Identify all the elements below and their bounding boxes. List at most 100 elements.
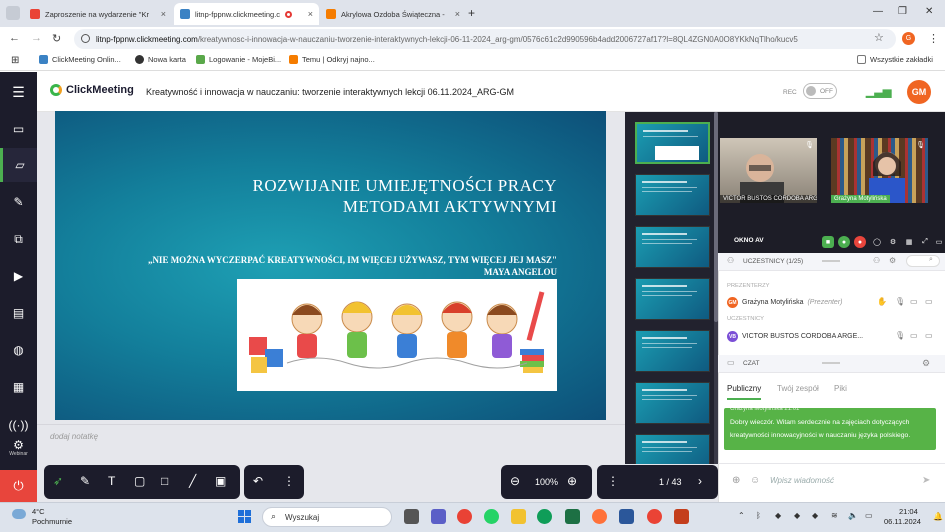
presentation-slide[interactable]: ROZWIJANIE UMIEJĘTNOŚCI PRACY METODAMI A…	[55, 111, 606, 420]
more-tools-icon[interactable]: ⋮	[283, 474, 295, 488]
slide-thumbnail[interactable]	[635, 278, 710, 320]
cloud-weather-icon[interactable]	[12, 509, 26, 519]
all-bookmarks[interactable]: Wszystkie zakładki	[857, 55, 933, 64]
close-window-icon[interactable]: ✕	[925, 6, 933, 17]
slide-thumbnail[interactable]	[635, 174, 710, 216]
tray-app-icon[interactable]: ◆	[775, 511, 781, 520]
hand-off-icon[interactable]: ✋	[877, 297, 887, 306]
tab-files[interactable]: Piki	[834, 384, 847, 393]
teams-icon[interactable]	[431, 509, 446, 524]
forward-icon[interactable]: →	[31, 32, 42, 44]
undo-icon[interactable]: ↶	[253, 474, 263, 488]
whatsapp-icon[interactable]	[484, 509, 499, 524]
slide-thumbnail[interactable]	[635, 122, 710, 164]
camera-icon[interactable]: ▭	[0, 112, 37, 146]
notes-input[interactable]: dodaj notatkę	[50, 432, 98, 441]
camera-icon[interactable]: ▭	[910, 297, 918, 306]
tests-icon[interactable]: ▤	[0, 296, 37, 330]
mic-icon[interactable]: 🎙	[895, 331, 905, 340]
tray-chevron-icon[interactable]: ⌃	[738, 511, 745, 520]
file-explorer-icon[interactable]	[511, 509, 526, 524]
profile-avatar[interactable]: G	[902, 32, 915, 45]
rectangle-tool-icon[interactable]: □	[161, 474, 168, 488]
slide-thumbnail[interactable]	[635, 434, 710, 464]
chat-message-input[interactable]	[770, 476, 910, 485]
connection-signal-icon[interactable]: ▁▃▅	[866, 85, 891, 98]
send-icon[interactable]: ➤	[922, 475, 930, 486]
pointer-tool-icon[interactable]: ➶	[53, 474, 63, 488]
reload-icon[interactable]: ↻	[52, 32, 61, 45]
bookmark-item[interactable]: Nowa karta	[135, 55, 186, 64]
browser-tab-active[interactable]: litnp-fppnw.clickmeeting.c ×	[174, 3, 319, 25]
notifications-icon[interactable]: 🔔	[933, 512, 943, 521]
screen-share-icon[interactable]: ⧉	[0, 222, 37, 256]
text-tool-icon[interactable]: T	[108, 474, 115, 488]
participants-search-icon[interactable]: ⌕	[906, 255, 940, 267]
tab-public[interactable]: Publiczny	[727, 384, 761, 393]
camera-icon[interactable]: ▭	[910, 331, 918, 340]
site-info-icon[interactable]	[81, 34, 90, 43]
add-people-icon[interactable]: ⚇	[873, 256, 880, 265]
zoom-out-icon[interactable]: ⊖	[510, 474, 520, 488]
drag-handle-icon[interactable]	[822, 260, 840, 262]
presenter-row[interactable]: GM Grażyna Motylińska (Prezenter)	[727, 297, 842, 308]
apps-icon[interactable]: ▦	[0, 370, 37, 404]
more-menu-icon[interactable]: ⋮	[928, 32, 939, 45]
back-icon[interactable]: ←	[9, 32, 20, 44]
close-icon[interactable]: ×	[455, 9, 460, 19]
chrome-icon[interactable]	[457, 509, 472, 524]
bookmark-item[interactable]: ClickMeeting Onlin...	[39, 55, 121, 64]
participants-settings-icon[interactable]: ⚙	[889, 256, 896, 265]
camera-feed[interactable]: VICTOR BUSTOS CORDOBA ARG... 🎙	[720, 138, 817, 203]
emoji-icon[interactable]: ☺	[750, 475, 760, 486]
close-icon[interactable]: ×	[161, 9, 166, 19]
window-icon[interactable]: ▭	[933, 236, 945, 248]
url-field[interactable]: litnp-fppnw.clickmeeting.com/kreatywnosc…	[74, 29, 896, 49]
user-avatar[interactable]: GM	[907, 80, 931, 104]
slide-thumbnail[interactable]	[635, 382, 710, 424]
grid-layout-icon[interactable]: ▦	[903, 236, 915, 248]
browser-tab[interactable]: Akrylowa Ozdoba Świąteczna - ×	[320, 3, 466, 25]
image-tool-icon[interactable]: ▣	[215, 474, 226, 488]
video-player-icon[interactable]: ▶	[0, 259, 37, 293]
record-toggle[interactable]: OFF	[803, 83, 837, 99]
tray-app-icon[interactable]: ◆	[794, 511, 800, 520]
whiteboard-edit-icon[interactable]: ✎	[0, 185, 37, 219]
hamburger-menu-icon[interactable]: ☰	[0, 72, 37, 112]
wifi-icon[interactable]: ≋	[831, 511, 838, 520]
new-tab-button[interactable]: +	[468, 6, 475, 20]
close-icon[interactable]: ×	[308, 9, 313, 19]
presentation-folder-icon[interactable]: ▱	[0, 148, 37, 182]
leave-power-icon[interactable]: ⏻	[0, 470, 37, 502]
battery-icon[interactable]: ▭	[865, 511, 873, 520]
line-tool-icon[interactable]: ╱	[189, 474, 196, 488]
bookmark-item[interactable]: Temu | Odkryj najno...	[289, 55, 375, 64]
firefox-icon[interactable]	[592, 509, 607, 524]
excel-icon[interactable]	[565, 509, 580, 524]
apps-grid-icon[interactable]: ⊞	[11, 55, 19, 66]
slide-thumbnail[interactable]	[635, 330, 710, 372]
slide-thumbnail[interactable]	[635, 226, 710, 268]
settings-gear-icon[interactable]: ⚙	[887, 236, 899, 248]
tab-team[interactable]: Twój zespół	[777, 384, 819, 393]
bluetooth-icon[interactable]: ᛒ	[756, 511, 761, 520]
page-menu-icon[interactable]: ⋮	[607, 474, 619, 488]
microphone-toggle-icon[interactable]: ●	[838, 236, 850, 248]
participant-row[interactable]: VB VICTOR BUSTOS CORDOBA ARGE...	[727, 331, 863, 342]
powerpoint-icon[interactable]	[674, 509, 689, 524]
sticky-note-icon[interactable]: ▢	[134, 474, 145, 488]
screen-icon[interactable]: ▭	[925, 297, 933, 306]
add-attachment-icon[interactable]: ⊕	[732, 475, 740, 486]
volume-icon[interactable]: 🔈	[848, 511, 858, 520]
edge-icon[interactable]	[537, 509, 552, 524]
mic-icon[interactable]: 🎙	[895, 297, 905, 306]
camera-feed[interactable]: Grażyna Motylińska 🎙	[831, 138, 928, 203]
chat-bubble-icon[interactable]: ◯	[871, 236, 883, 248]
tray-app-icon[interactable]: ◆	[812, 511, 818, 520]
maximize-icon[interactable]: ❐	[898, 6, 907, 17]
drag-handle-icon[interactable]	[822, 362, 840, 364]
polls-icon[interactable]: ◍	[0, 333, 37, 367]
bookmark-item[interactable]: Logowanie - MojeBi...	[196, 55, 281, 64]
pencil-tool-icon[interactable]: ✎	[80, 474, 90, 488]
chat-settings-icon[interactable]: ⚙	[922, 358, 930, 369]
